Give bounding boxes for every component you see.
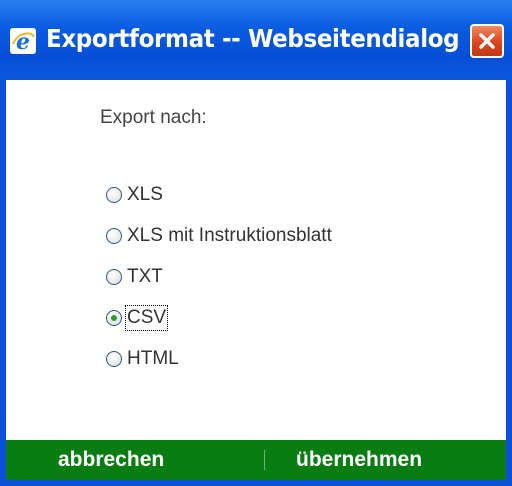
radio-html[interactable] — [106, 350, 122, 367]
option-html[interactable]: HTML — [106, 338, 332, 379]
option-xls[interactable]: XLS — [106, 174, 332, 215]
option-xls-instructions[interactable]: XLS mit Instruktionsblatt — [106, 215, 332, 256]
export-heading: Export nach: — [100, 107, 207, 128]
format-options: XLS XLS mit Instruktionsblatt TXT CSV HT… — [106, 174, 332, 379]
option-label: HTML — [127, 347, 179, 369]
title-bar[interactable]: e Exportformat -- Webseitendialog — [0, 0, 512, 80]
accept-button[interactable]: übernehmen — [296, 440, 422, 480]
radio-txt[interactable] — [106, 268, 122, 285]
option-label: CSV — [124, 304, 169, 331]
internet-explorer-icon: e — [10, 28, 36, 54]
option-label: XLS — [127, 183, 163, 205]
option-label: XLS mit Instruktionsblatt — [127, 224, 332, 246]
footer-divider — [264, 450, 265, 470]
cancel-button[interactable]: abbrechen — [58, 440, 164, 480]
close-icon — [479, 33, 495, 49]
dialog-content: Export nach: XLS XLS mit Instruktionsbla… — [6, 80, 506, 480]
radio-csv[interactable] — [106, 309, 122, 326]
dialog-window: e Exportformat -- Webseitendialog Export… — [0, 0, 512, 486]
option-txt[interactable]: TXT — [106, 256, 332, 297]
footer-bar: abbrechen übernehmen — [6, 440, 506, 480]
radio-xls-instructions[interactable] — [106, 227, 122, 244]
window-title: Exportformat -- Webseitendialog — [46, 24, 460, 53]
option-label: TXT — [127, 265, 163, 287]
radio-xls[interactable] — [106, 186, 122, 203]
close-button[interactable] — [470, 24, 504, 58]
option-csv[interactable]: CSV — [106, 297, 332, 338]
